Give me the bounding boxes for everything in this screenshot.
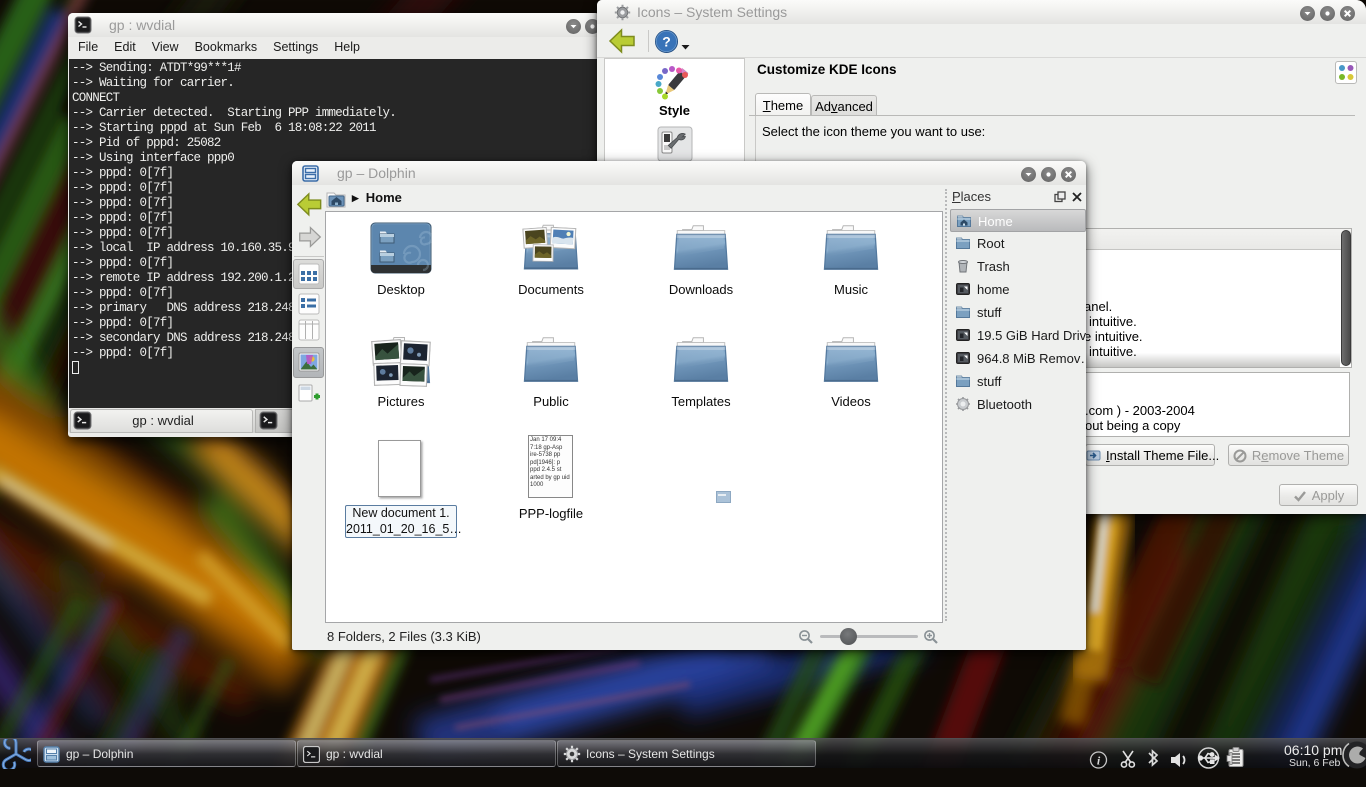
svg-text:?: ? <box>662 34 671 50</box>
svg-text:i: i <box>1097 754 1101 768</box>
